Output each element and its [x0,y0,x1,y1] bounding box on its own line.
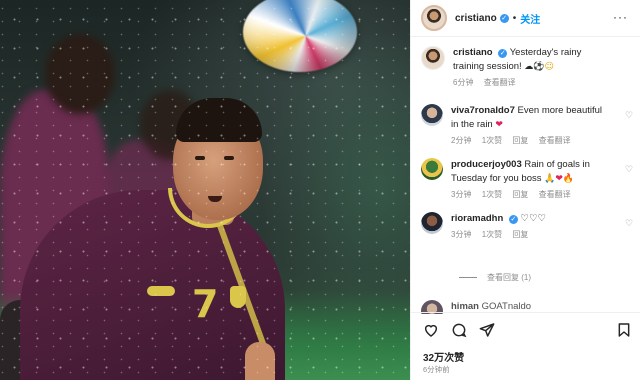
bookmark-icon[interactable] [616,322,632,338]
player-eye-left [195,156,205,160]
comment-likes[interactable]: 1次赞 [482,136,502,145]
commenter-avatar[interactable] [421,104,443,126]
caption: cristiano ✓ Yesterday's rainy training s… [411,46,640,88]
caption-username[interactable]: cristiano [453,47,493,58]
reply-button[interactable]: 回复 [512,230,528,239]
view-replies-link[interactable]: 查看回复 (1) [459,272,531,283]
jersey-number: 7 [192,282,219,326]
player-hand [245,342,275,380]
post-time: 6分钟前 [423,365,450,374]
pray-heart-fire-emoji: 🙏❤🔥 [544,174,575,184]
verified-badge-icon: ✓ [498,49,508,58]
comment-username[interactable]: rioramadhn [451,213,503,224]
comment-like-heart-icon[interactable]: ♡ [625,111,633,120]
commenter-avatar[interactable] [421,158,443,180]
comment-like-heart-icon[interactable]: ♡ [625,165,633,174]
football [243,0,357,72]
view-replies-label: 查看回复 (1) [487,273,531,282]
comment-like-heart-icon[interactable]: ♡ [625,219,633,228]
comment-time: 3分钟 [451,190,472,199]
post-header: cristiano ✓ • 关注 ··· [411,0,640,37]
comment-text: GOATnaldo [481,301,532,312]
comment-item: rioramadhn ✓ ♡♡♡ 3分钟 1次赞 回复 ♡ [411,212,640,240]
share-icon[interactable] [479,322,495,338]
comment-item: producerjoy003 Rain of goals in Tuesday … [411,158,640,200]
comment-item: viva7ronaldo7 Even more beautiful in the… [411,104,640,146]
post-side-panel: cristiano ✓ • 关注 ··· cristiano ✓ Yesterd… [410,0,640,380]
reply-button[interactable]: 回复 [512,190,528,199]
post-footer: 32万次赞 6分钟前 [411,312,640,380]
comment-text: ♡♡♡ [520,213,547,224]
comment-username[interactable]: producerjoy003 [451,159,522,170]
replies-divider [459,277,477,278]
translate-link[interactable]: 查看翻译 [539,136,571,145]
verified-badge-icon: ✓ [508,215,518,224]
caption-avatar[interactable] [421,46,445,70]
comment-time: 2分钟 [451,136,472,145]
author-avatar[interactable] [421,5,447,31]
heart-icon[interactable] [423,322,439,338]
post-photo[interactable]: 7 [0,0,410,380]
action-bar [411,313,640,347]
author-username[interactable]: cristiano [455,13,497,24]
likes-count[interactable]: 32万次赞 [423,349,464,364]
comments-list[interactable]: cristiano ✓ Yesterday's rainy training s… [411,44,640,314]
cloud-rain-emoji: ☁ [524,62,534,72]
caption-time: 6分钟 [453,78,474,87]
reply-button[interactable]: 回复 [512,136,528,145]
grinning-emoji: ☺ [544,62,554,72]
more-options-icon[interactable]: ··· [613,10,628,24]
comment-likes[interactable]: 1次赞 [482,190,502,199]
comment-likes[interactable]: 1次赞 [482,230,502,239]
caption-translate-link[interactable]: 查看翻译 [484,78,516,87]
jersey-sponsor-logo [147,286,175,296]
red-heart-emoji: ❤ [495,120,503,130]
separator-dot: • [512,12,517,24]
soccer-ball-emoji: ⚽ [533,62,545,72]
verified-badge-icon: ✓ [499,13,509,23]
player-hair [176,98,262,142]
bg-player-left-head [45,34,115,114]
comment-time: 3分钟 [451,230,472,239]
translate-link[interactable]: 查看翻译 [539,190,571,199]
comment-icon[interactable] [451,322,467,338]
player-eye-right [224,156,234,160]
club-crest [230,286,246,308]
follow-button[interactable]: 关注 [520,11,540,26]
comment-username[interactable]: himan [451,301,479,312]
commenter-avatar[interactable] [421,212,443,234]
comment-username[interactable]: viva7ronaldo7 [451,105,515,116]
